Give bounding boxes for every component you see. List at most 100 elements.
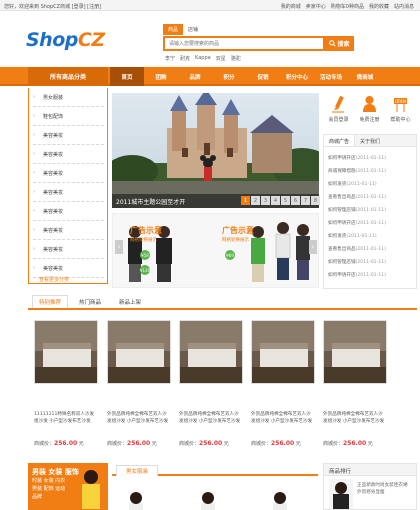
all-categories-toggle[interactable]: 所有商品分类 [28,67,108,86]
nav-item-promo[interactable]: 促销 [246,67,280,86]
banner-slider[interactable] [112,93,319,208]
slider-page-button[interactable]: 6 [291,196,300,205]
tab-men-women-clothing[interactable]: 男女服装 [116,465,158,476]
product-name[interactable]: 外贸品牌纯棉全棉布艺双人沙发组沙发 小户型沙发布艺沙发 [251,411,315,432]
hot-keyword[interactable]: 骆驼 [231,55,241,62]
castle-photo [112,93,319,208]
category-item[interactable]: › 美容美妆 [33,183,104,202]
news-panel: 商城广告 关于我们 如何申请开店(2011-01-11) 商城保障措施(2011… [323,134,417,289]
product-card[interactable]: 外贸品牌纯棉全棉布艺双人沙发组沙发 小户型沙发布艺沙发 商城价：256.00 元 [107,320,171,455]
search-tab-stores[interactable]: 店铺 [183,24,203,35]
news-item[interactable]: 如何发货(2011-01-11) [328,181,377,187]
news-item[interactable]: 如何申请开店(2011-01-11) [328,272,386,278]
ranking-thumb[interactable] [329,479,353,509]
slider-page-button[interactable]: 2 [251,196,260,205]
news-tabs: 商城广告 关于我们 [324,135,416,147]
slider-page-button[interactable]: 7 [301,196,310,205]
product-image[interactable] [323,320,387,384]
floor-banner[interactable]: 男装 女装 服饰 时装 女装 内衣 男装 配饰 运动 品牌 [28,463,108,510]
hot-keyword[interactable]: 李宁 [165,55,175,62]
ad-title-1: 广告示意 [130,226,162,235]
ad-prev-arrow[interactable]: ‹ [115,240,123,254]
product-card[interactable]: 外贸品牌纯棉全棉布艺双人沙发组沙发 小户型沙发布艺沙发 商城价：256.00 元 [323,320,387,455]
news-item[interactable]: 如何管理店铺(2011-01-11) [328,259,386,265]
category-item[interactable]: › 美容美妆 [33,221,104,240]
ranking-item-name[interactable]: 正品新款时尚女装连衣裙 外贸修身显瘦 [357,482,413,496]
nav-item-points-center[interactable]: 积分中心 [280,67,314,86]
nav-item-points[interactable]: 积分 [212,67,246,86]
product-name[interactable]: 外贸品牌纯棉全棉布艺双人沙发组沙发 小户型沙发布艺沙发 [323,411,387,432]
product-name[interactable]: 外贸品牌纯棉全棉布艺双人沙发组沙发 小户型沙发布艺沙发 [107,411,171,432]
slider-page-button[interactable]: 4 [271,196,280,205]
all-categories-link[interactable]: 查看更多分类 [39,276,69,283]
top-link-messages[interactable]: 站内消息 [394,3,414,10]
help-center-button[interactable]: OPEN 帮助中心 [385,93,416,129]
news-item[interactable]: 如何申请开店(2011-01-11) [328,155,386,161]
product-price: 商城价：256.00 元 [107,440,157,447]
category-item[interactable]: › 美容美妆 [33,126,104,145]
product-image[interactable] [107,320,171,384]
slider-caption: 2011城市主题公园至才开 [116,199,186,206]
chevron-right-icon: › [33,132,35,138]
nav-item-brand[interactable]: 品牌 [178,67,212,86]
news-item[interactable]: 商城保障措施(2011-01-11) [328,168,386,174]
product-card[interactable]: 外贸品牌纯棉全棉布艺双人沙发组沙发 小户型沙发布艺沙发 商城价：256.00 元 [251,320,315,455]
category-item[interactable]: › 男女服装 [33,88,104,107]
news-item[interactable]: 查看售出商品(2011-01-11) [328,246,386,252]
hot-keyword[interactable]: 双星 [216,55,226,62]
ad-title-2: 广告示意 [222,226,254,235]
search-input[interactable] [165,38,323,49]
news-item[interactable]: 如何管理店铺(2011-01-11) [328,207,386,213]
product-name[interactable]: 11111111特殊名称双人沙发组沙发 小户型沙发布艺沙发 [34,411,98,432]
top-link-my-mall[interactable]: 我的商城 [281,3,301,10]
nav-item-micro-mall[interactable]: 微商城 [348,67,382,86]
search-box [163,36,325,51]
tab-about-us[interactable]: 关于我们 [355,135,385,146]
chevron-right-icon: › [33,208,35,214]
slider-page-button[interactable]: 8 [311,196,320,205]
search-tab-goods[interactable]: 商品 [163,24,184,35]
nav-item-events[interactable]: 活动专场 [314,67,348,86]
member-login-button[interactable]: 会员登录 [323,93,354,129]
chevron-right-icon: › [33,246,35,252]
category-item[interactable]: › 鞋包配饰 [33,107,104,126]
product-image[interactable] [34,320,98,384]
hot-keyword[interactable]: 耐克 [180,55,190,62]
welcome-text[interactable]: 您好，欢迎来到 ShopCZ商城 [登录] [注册] [4,3,101,10]
slider-page-button[interactable]: 1 [241,196,250,205]
tab-hot-products[interactable]: 热门商品 [72,295,108,308]
ad-next-arrow[interactable]: › [309,240,317,254]
nav-item-groupbuy[interactable]: 团购 [144,67,178,86]
free-register-button[interactable]: 免费注册 [354,93,385,129]
chevron-right-icon: › [33,94,35,100]
news-item[interactable]: 如何发货(2011-01-11) [328,233,377,239]
category-item[interactable]: › 美容美妆 [33,164,104,183]
news-item[interactable]: 查看售出商品(2011-01-11) [328,194,386,200]
product-image[interactable] [251,320,315,384]
nav-item-home[interactable]: 首页 [110,67,144,86]
slider-page-button[interactable]: 5 [281,196,290,205]
product-image[interactable] [179,320,243,384]
search-button[interactable]: 搜索 [325,36,354,51]
product-card[interactable]: 外贸品牌纯棉全棉布艺双人沙发组沙发 小户型沙发布艺沙发 商城价：256.00 元 [179,320,243,455]
tab-special-recommend[interactable]: 特别推荐 [32,295,68,308]
site-logo[interactable]: ShopCZ [26,29,105,51]
top-link-favorites[interactable]: 我的收藏 [369,3,389,10]
slider-page-button[interactable]: 3 [261,196,270,205]
top-link-seller-center[interactable]: 卖家中心 [306,3,326,10]
product-card[interactable]: 11111111特殊名称双人沙发组沙发 小户型沙发布艺沙发 商城价：256.00… [34,320,98,455]
category-item[interactable]: › 美容美妆 [33,240,104,259]
category-list: › 男女服装 › 鞋包配饰 › 美容美妆 › 美容美妆 › 美容美妆 › 美容美妆 › 美容美… [28,88,108,284]
hot-keyword[interactable]: Kappa [195,55,211,62]
tab-mall-ads[interactable]: 商城广告 [324,135,356,146]
top-link-cart[interactable]: 购物车0种商品 [331,3,364,10]
category-item[interactable]: › 美容美妆 [33,145,104,164]
ranking-title: 商品排行 [324,464,416,476]
floor-banner-links[interactable]: 时装 女装 内衣 男装 配饰 运动 品牌 [32,477,68,501]
category-item[interactable]: › 美容美妆 [33,202,104,221]
news-item[interactable]: 如何申请开店(2011-01-11) [328,220,386,226]
floor-product-thumb [273,492,287,510]
product-price: 商城价：256.00 元 [323,440,373,447]
tab-new-arrivals[interactable]: 新品上架 [112,295,148,308]
product-name[interactable]: 外贸品牌纯棉全棉布艺双人沙发组沙发 小户型沙发布艺沙发 [179,411,243,432]
